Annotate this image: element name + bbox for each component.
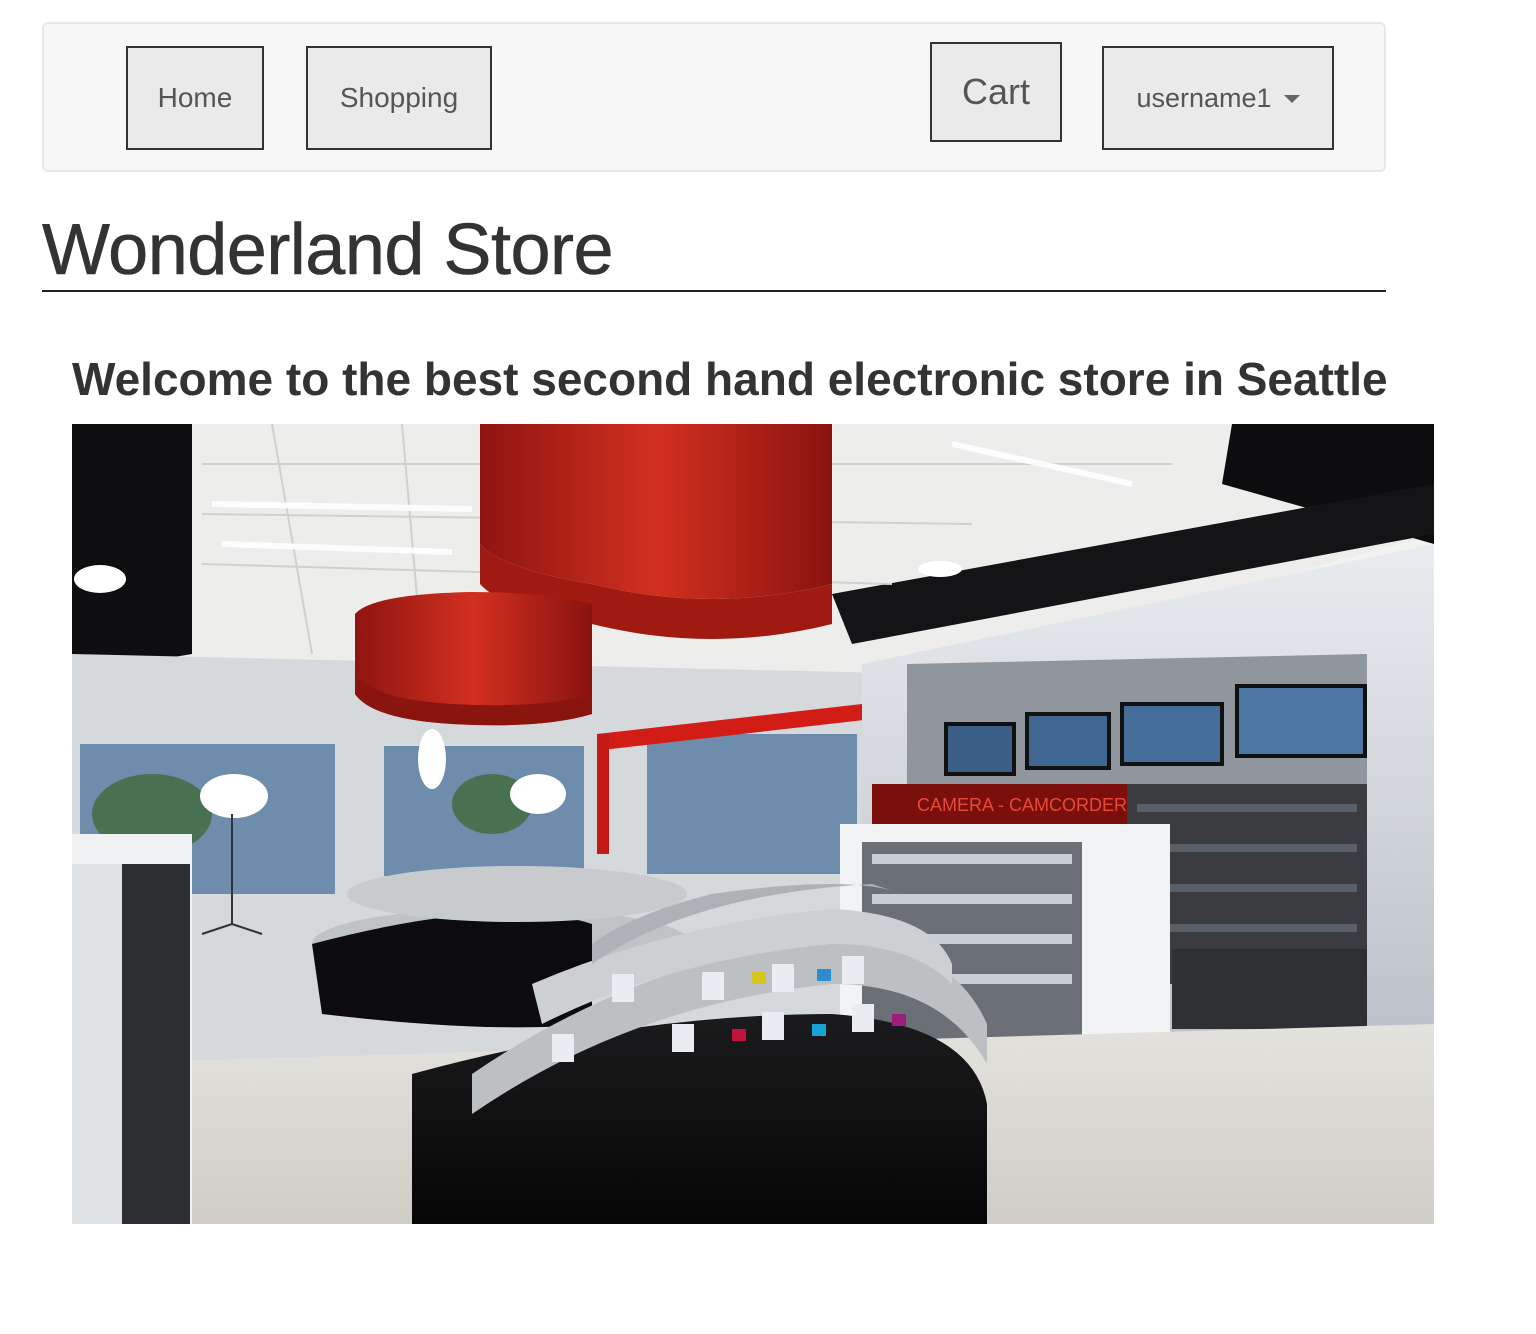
- shopping-button[interactable]: Shopping: [306, 46, 492, 150]
- user-menu-dropdown[interactable]: username1: [1102, 46, 1334, 150]
- cart-button[interactable]: Cart: [930, 42, 1062, 142]
- home-button-label: Home: [157, 82, 233, 113]
- page-title: Wonderland Store: [42, 208, 1386, 292]
- welcome-heading: Welcome to the best second hand electron…: [72, 353, 1388, 405]
- chevron-down-icon: [1283, 95, 1300, 103]
- top-navbar: Home Shopping Cart username1: [42, 22, 1386, 172]
- username-label: username1: [1136, 82, 1272, 113]
- cart-button-label: Cart: [961, 71, 1030, 112]
- home-button[interactable]: Home: [126, 46, 264, 150]
- store-interior-photo: CAMERA - CAMCORDER: [72, 424, 1434, 1224]
- shopping-button-label: Shopping: [339, 82, 459, 113]
- svg-text:CAMERA - CAMCORDER: CAMERA - CAMCORDER: [917, 795, 1127, 815]
